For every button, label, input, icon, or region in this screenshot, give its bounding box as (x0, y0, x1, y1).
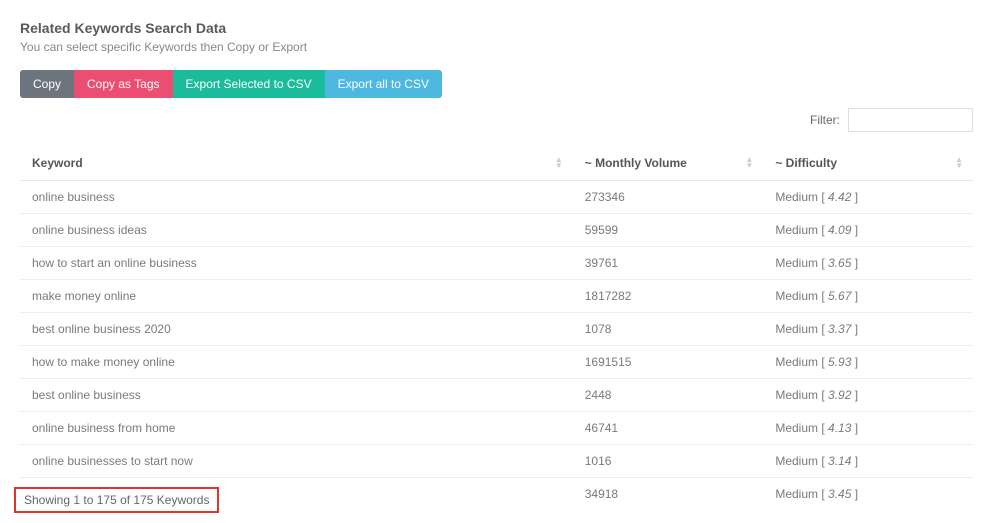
col-difficulty-label: ~ Difficulty (775, 156, 837, 170)
table-row[interactable]: online business ideas59599Medium [ 4.09 … (20, 214, 973, 247)
table-row[interactable]: best online business2448Medium [ 3.92 ] (20, 379, 973, 412)
table-scroll[interactable]: Keyword ▲▼ ~ Monthly Volume ▲▼ ~ Difficu… (20, 146, 973, 506)
table-row[interactable]: online business from home46741Medium [ 4… (20, 412, 973, 445)
keyword-cell: online business (20, 181, 573, 214)
volume-cell: 46741 (573, 412, 764, 445)
status-text: Showing 1 to 175 of 175 Keywords (14, 487, 219, 513)
volume-cell: 34918 (573, 478, 764, 507)
copy-as-tags-button[interactable]: Copy as Tags (74, 70, 173, 98)
keyword-cell: online businesses to start now (20, 445, 573, 478)
volume-cell: 1817282 (573, 280, 764, 313)
export-selected-button[interactable]: Export Selected to CSV (173, 70, 325, 98)
toolbar: Copy Copy as Tags Export Selected to CSV… (20, 70, 973, 98)
difficulty-cell: Medium [ 4.42 ] (763, 181, 973, 214)
difficulty-cell: Medium [ 3.92 ] (763, 379, 973, 412)
volume-cell: 1078 (573, 313, 764, 346)
keyword-cell: best online business (20, 379, 573, 412)
export-all-button[interactable]: Export all to CSV (325, 70, 442, 98)
volume-cell: 1691515 (573, 346, 764, 379)
col-keyword-header[interactable]: Keyword ▲▼ (20, 146, 573, 181)
difficulty-cell: Medium [ 3.45 ] (763, 478, 973, 507)
table-row[interactable]: how to start an online business39761Medi… (20, 247, 973, 280)
keyword-cell: how to make money online (20, 346, 573, 379)
difficulty-cell: Medium [ 3.14 ] (763, 445, 973, 478)
volume-cell: 1016 (573, 445, 764, 478)
table-row[interactable]: best online business 20201078Medium [ 3.… (20, 313, 973, 346)
col-volume-label: ~ Monthly Volume (585, 156, 687, 170)
keyword-cell: best online business 2020 (20, 313, 573, 346)
sort-icon: ▲▼ (745, 157, 753, 169)
volume-cell: 2448 (573, 379, 764, 412)
difficulty-cell: Medium [ 3.65 ] (763, 247, 973, 280)
sort-icon: ▲▼ (555, 157, 563, 169)
volume-cell: 59599 (573, 214, 764, 247)
keywords-table: Keyword ▲▼ ~ Monthly Volume ▲▼ ~ Difficu… (20, 146, 973, 506)
difficulty-cell: Medium [ 5.67 ] (763, 280, 973, 313)
filter-row: Filter: (20, 108, 973, 132)
filter-input[interactable] (848, 108, 973, 132)
keyword-cell: make money online (20, 280, 573, 313)
table-container: Keyword ▲▼ ~ Monthly Volume ▲▼ ~ Difficu… (20, 146, 973, 506)
keyword-cell: online business ideas (20, 214, 573, 247)
col-volume-header[interactable]: ~ Monthly Volume ▲▼ (573, 146, 764, 181)
col-keyword-label: Keyword (32, 156, 83, 170)
table-row[interactable]: online businesses to start now1016Medium… (20, 445, 973, 478)
table-row[interactable]: online business273346Medium [ 4.42 ] (20, 181, 973, 214)
sort-icon: ▲▼ (955, 157, 963, 169)
filter-label: Filter: (810, 113, 840, 127)
page-title: Related Keywords Search Data (20, 20, 973, 36)
difficulty-cell: Medium [ 3.37 ] (763, 313, 973, 346)
copy-button[interactable]: Copy (20, 70, 74, 98)
keyword-cell: how to start an online business (20, 247, 573, 280)
keyword-cell: online business from home (20, 412, 573, 445)
table-row[interactable]: make money online1817282Medium [ 5.67 ] (20, 280, 973, 313)
table-row[interactable]: how to make money online1691515Medium [ … (20, 346, 973, 379)
difficulty-cell: Medium [ 4.09 ] (763, 214, 973, 247)
col-difficulty-header[interactable]: ~ Difficulty ▲▼ (763, 146, 973, 181)
page-subtitle: You can select specific Keywords then Co… (20, 40, 973, 54)
difficulty-cell: Medium [ 5.93 ] (763, 346, 973, 379)
volume-cell: 39761 (573, 247, 764, 280)
volume-cell: 273346 (573, 181, 764, 214)
difficulty-cell: Medium [ 4.13 ] (763, 412, 973, 445)
